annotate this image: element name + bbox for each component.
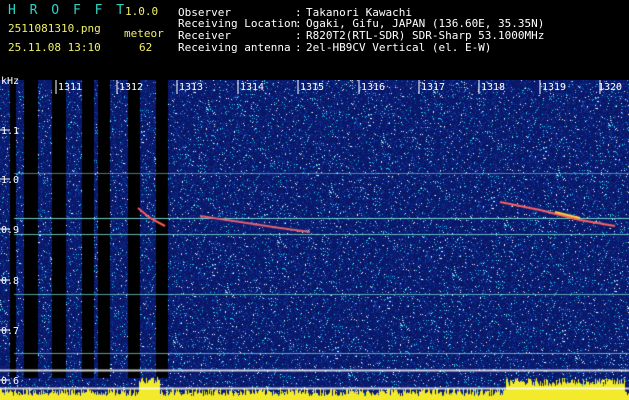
y-tick-label: 0.7: [1, 326, 19, 337]
meteor-count: 62: [139, 41, 153, 54]
x-tick-label: 1316: [361, 82, 385, 93]
file-date: 25.11.08 13:10: [8, 41, 101, 54]
meteor-label: meteor: [124, 27, 164, 40]
x-tick-label: 1320: [598, 82, 622, 93]
axis-overlay: kHz 1.1 1.0 0.9 0.8 0.7 0.6 1311 1312 13…: [0, 76, 622, 387]
info-sep-antenna: :: [295, 41, 302, 54]
x-tick-label: 1312: [119, 82, 143, 93]
x-tick-label: 1315: [300, 82, 324, 93]
y-tick-label: 1.1: [1, 126, 19, 137]
file-name: 2511081310.png: [8, 22, 101, 35]
info-value-antenna: 2el-HB9CV Vertical (el. E-W): [306, 41, 492, 54]
x-tick-label: 1314: [240, 82, 264, 93]
y-unit-label: kHz: [1, 76, 19, 87]
x-tick-label: 1317: [421, 82, 445, 93]
x-tick-label: 1311: [58, 82, 82, 93]
hroft-window: H R O F F T 1.0.0 2511081310.png meteor …: [0, 0, 629, 400]
x-tick-label: 1313: [179, 82, 203, 93]
y-tick-label: 1.0: [1, 175, 19, 186]
header-panel: H R O F F T 1.0.0 2511081310.png meteor …: [0, 0, 629, 66]
y-tick-label: 0.8: [1, 276, 19, 287]
info-key-antenna: Receiving antenna: [178, 41, 291, 54]
x-tick-label: 1318: [481, 82, 505, 93]
app-version: 1.0.0: [125, 5, 159, 18]
x-tick-label: 1319: [542, 82, 566, 93]
app-title: H R O F F T: [8, 3, 128, 18]
y-tick-label: 0.6: [1, 376, 19, 387]
y-tick-label: 0.9: [1, 225, 19, 236]
